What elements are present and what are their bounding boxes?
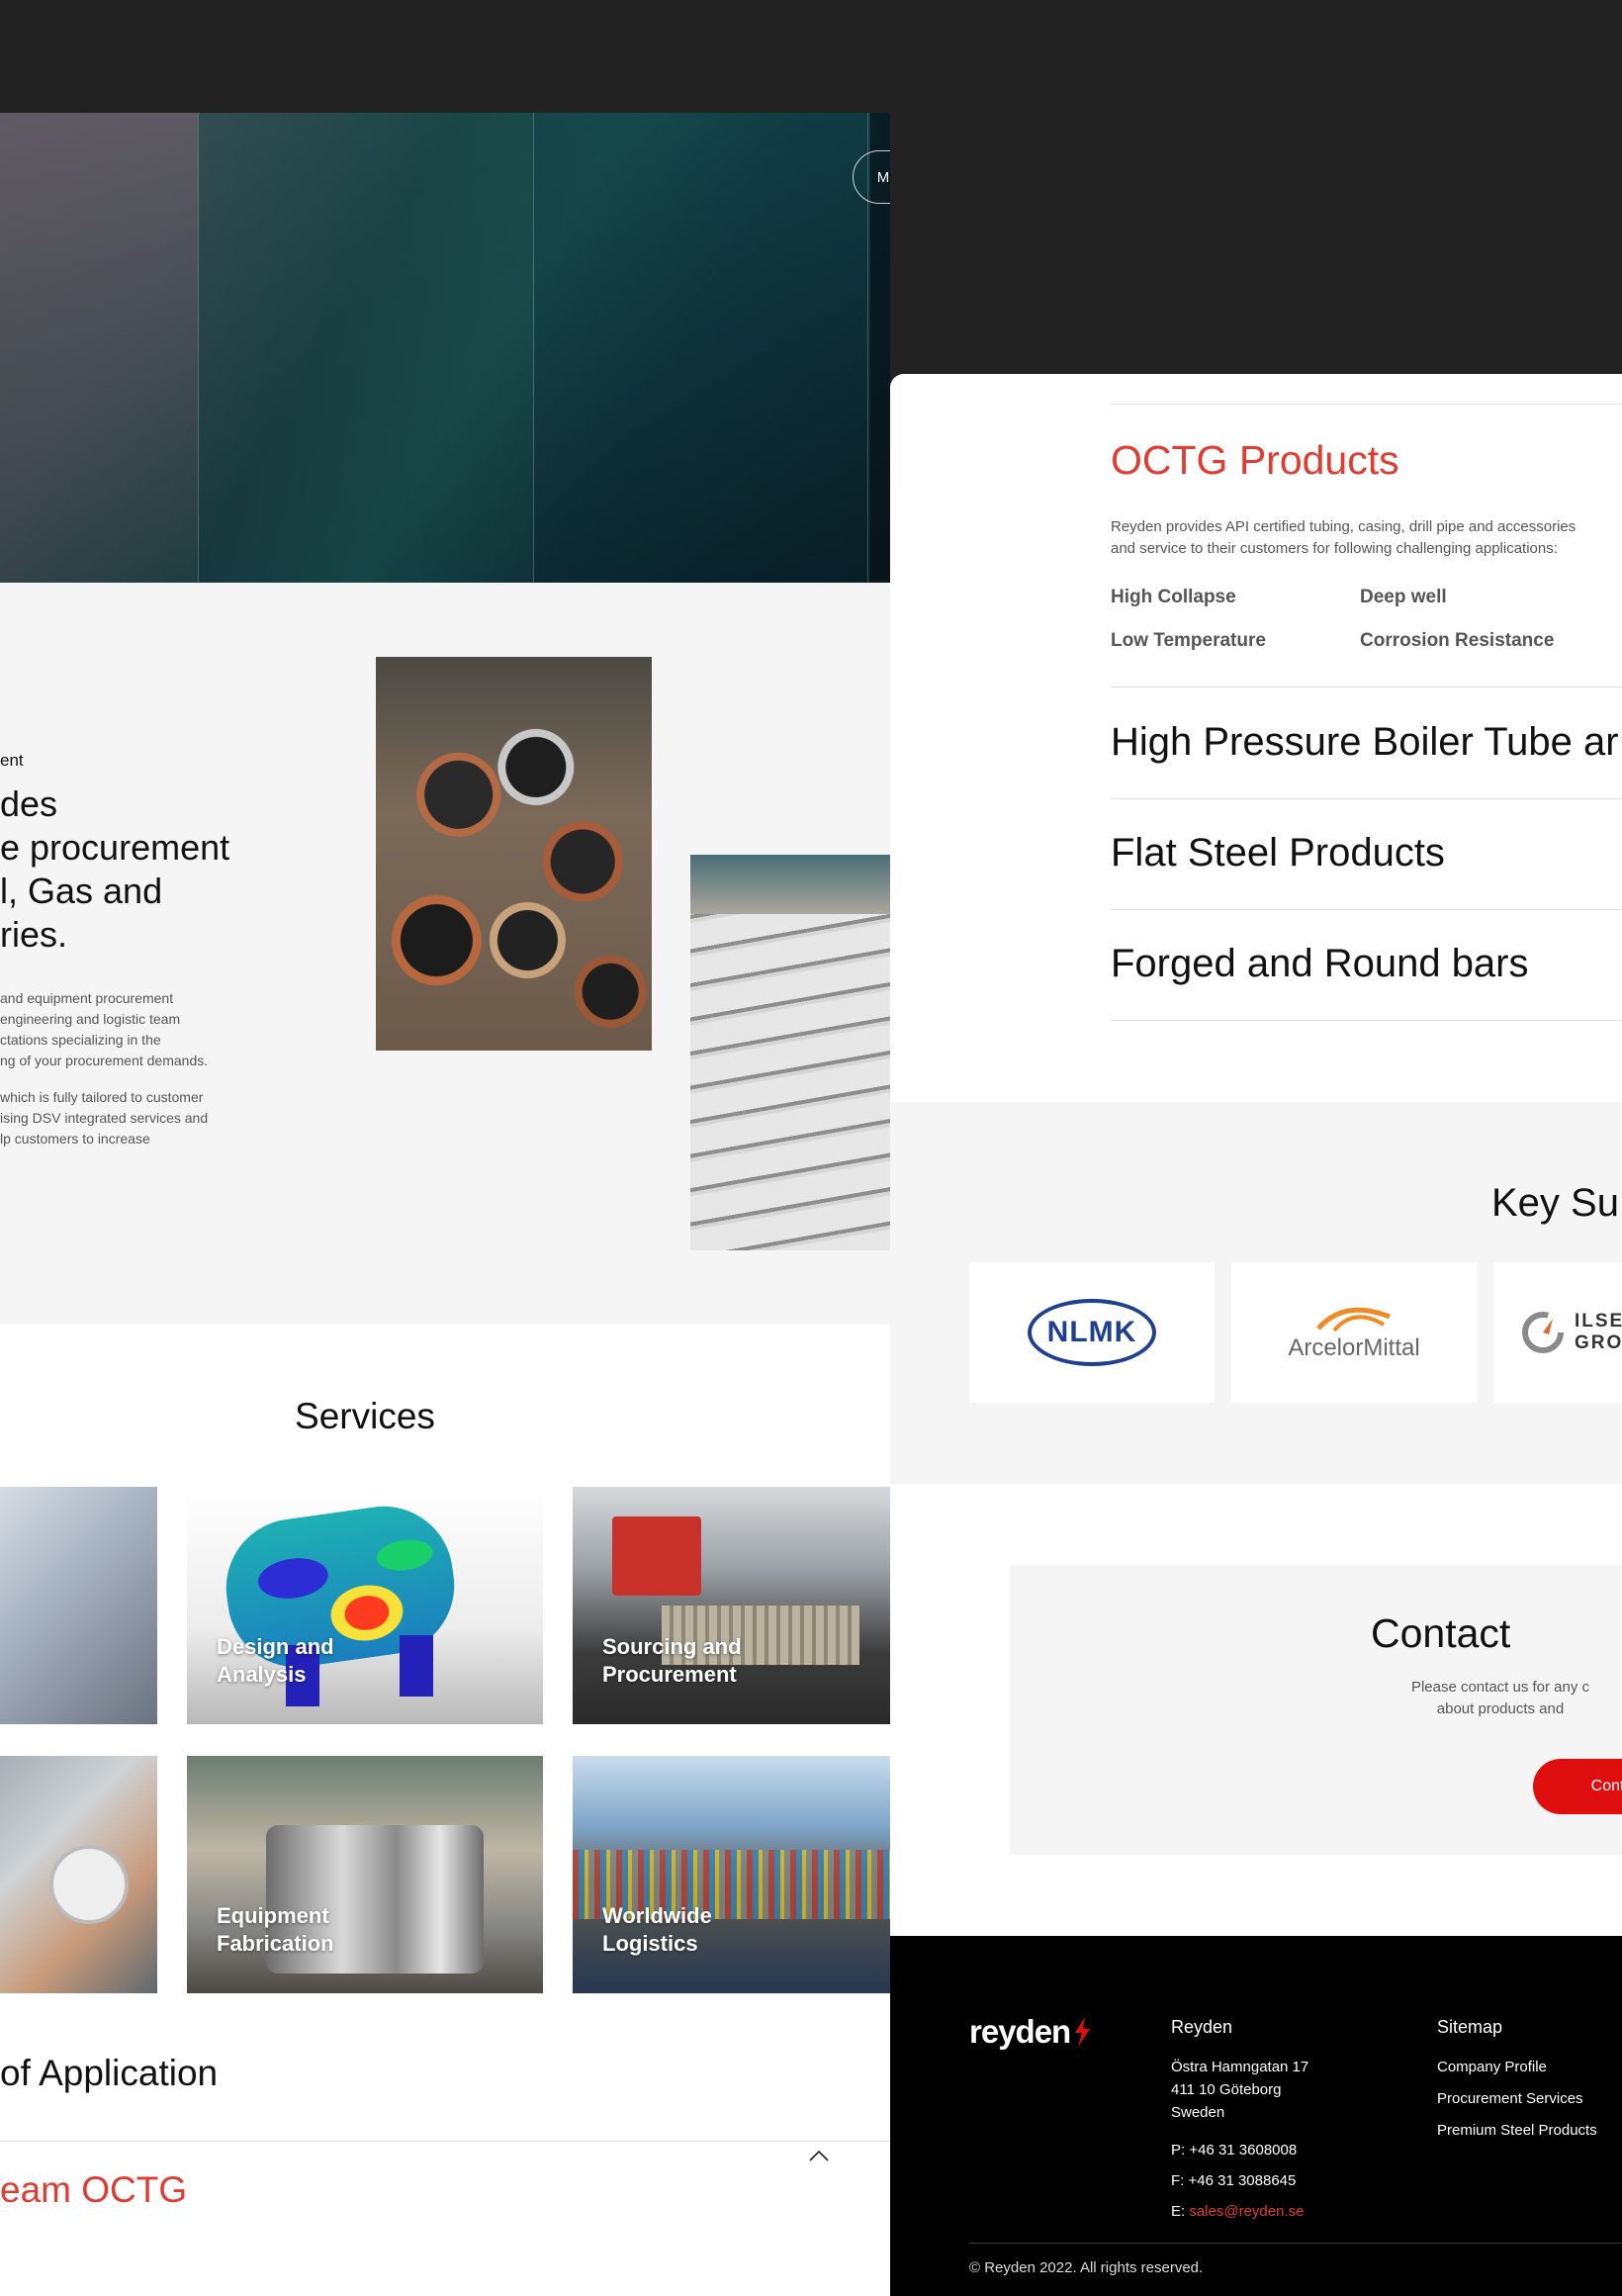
octg-application: High Collapse: [1111, 587, 1236, 607]
octg-title[interactable]: OCTG Products: [1111, 437, 1399, 484]
footer-address-line: Östra Hamngatan 17: [1171, 2059, 1309, 2075]
service-label: Sourcing and Procurement: [602, 1634, 742, 1687]
divider: [0, 2141, 890, 2142]
applications-title: of Application: [0, 2053, 219, 2093]
footer: reyden Reyden Östra Hamngatan 17 411 10 …: [890, 1936, 1622, 2296]
background-page: Menu ent des e procurement l, Gas and ri…: [0, 113, 890, 2296]
service-card-logistics[interactable]: Worldwide Logistics: [573, 1756, 890, 1993]
supplier-logo-arcelormittal[interactable]: ArcelorMittal: [1231, 1262, 1477, 1403]
menu-label: Menu: [876, 168, 890, 186]
divider: [1111, 909, 1622, 910]
chevron-up-icon[interactable]: [808, 2146, 830, 2167]
service-card-consulting[interactable]: [0, 1487, 157, 1724]
service-card-fabrication[interactable]: Equipment Fabrication: [187, 1756, 543, 1993]
foreground-page: OCTG Products Reyden provides API certif…: [890, 374, 1622, 2296]
divider: [1111, 798, 1622, 799]
service-card-inspection[interactable]: [0, 1756, 157, 1993]
footer-email-link[interactable]: sales@reyden.se: [1189, 2203, 1304, 2220]
footer-copyright: © Reyden 2022. All rights reserved.: [969, 2259, 1204, 2276]
service-label: Design and Analysis: [217, 1634, 334, 1687]
sitemap-link-premium-steel[interactable]: Premium Steel Products: [1437, 2122, 1597, 2139]
suppliers-section: Key Su NLMK ArcelorMittal ILSE GRO: [890, 1102, 1622, 1484]
about-paragraph: and equipment procurement engineering an…: [0, 990, 209, 1068]
footer-fax: F: +46 31 3088645: [1171, 2172, 1297, 2189]
contact-section: Contact Please contact us for any c abou…: [890, 1484, 1622, 1936]
divider: [1111, 404, 1622, 405]
hero-divider: [533, 113, 534, 583]
steel-pipes-image: [376, 657, 652, 1051]
sitemap-link-company-profile[interactable]: Company Profile: [1437, 2059, 1547, 2075]
octg-description: Reyden provides API certified tubing, ca…: [1111, 518, 1577, 557]
footer-email-line: E: sales@reyden.se: [1171, 2203, 1305, 2220]
divider: [1111, 1020, 1622, 1021]
products-section: OCTG Products Reyden provides API certif…: [890, 374, 1622, 1102]
octg-application: Corrosion Resistance: [1360, 630, 1555, 651]
supplier-logo-ilsenburger[interactable]: ILSE GRO: [1493, 1262, 1622, 1403]
octg-application: Low Temperature: [1111, 630, 1266, 651]
service-label: Worldwide Logistics: [602, 1903, 712, 1956]
footer-address-line: Sweden: [1171, 2104, 1225, 2121]
reyden-logo-icon: [1075, 2017, 1091, 2047]
product-item-forged-bars[interactable]: Forged and Round bars: [1111, 942, 1529, 986]
reyden-logo[interactable]: reyden: [969, 2013, 1093, 2051]
about-eyebrow: ent: [0, 751, 24, 770]
footer-address-line: 411 10 Göteborg: [1171, 2081, 1282, 2098]
about-section: ent des e procurement l, Gas and ries. a…: [0, 583, 890, 1325]
contact-text: Please contact us for any c about produc…: [1410, 1679, 1590, 1717]
arcelormittal-swoosh-icon: [1316, 1307, 1391, 1332]
hero-divider: [198, 113, 199, 583]
product-item-boiler-tube[interactable]: High Pressure Boiler Tube ar: [1111, 720, 1619, 765]
supplier-logo-nlmk[interactable]: NLMK: [969, 1262, 1215, 1403]
sitemap-link-procurement-services[interactable]: Procurement Services: [1437, 2090, 1583, 2107]
about-heading: des e procurement l, Gas and ries.: [0, 783, 230, 955]
octg-application: Deep well: [1360, 587, 1447, 607]
contact-button[interactable]: Conta: [1533, 1759, 1622, 1814]
product-item-flat-steel[interactable]: Flat Steel Products: [1111, 831, 1445, 875]
service-card-design[interactable]: Design and Analysis: [187, 1487, 543, 1724]
suppliers-title: Key Su: [1491, 1181, 1619, 1225]
footer-company-heading: Reyden: [1171, 2017, 1233, 2037]
steel-plates-image: [690, 855, 890, 1250]
divider: [1111, 687, 1622, 688]
footer-phone: P: +46 31 3608008: [1171, 2142, 1298, 2158]
ilsenburger-logo-icon: [1522, 1312, 1564, 1353]
services-title: Services: [295, 1396, 435, 1436]
service-card-sourcing[interactable]: Sourcing and Procurement: [573, 1487, 890, 1724]
service-label: Equipment Fabrication: [217, 1903, 334, 1956]
footer-sitemap-heading: Sitemap: [1437, 2017, 1503, 2037]
hero-banner: Menu: [0, 113, 890, 583]
contact-box: Contact Please contact us for any c abou…: [1010, 1565, 1622, 1855]
contact-title: Contact: [1371, 1610, 1511, 1656]
divider: [969, 2243, 1622, 2244]
services-section: Services Design and Analysis Sourcing an…: [0, 1325, 890, 2296]
application-item[interactable]: eam OCTG: [0, 2169, 187, 2211]
about-paragraph: which is fully tailored to customer isin…: [0, 1089, 209, 1147]
